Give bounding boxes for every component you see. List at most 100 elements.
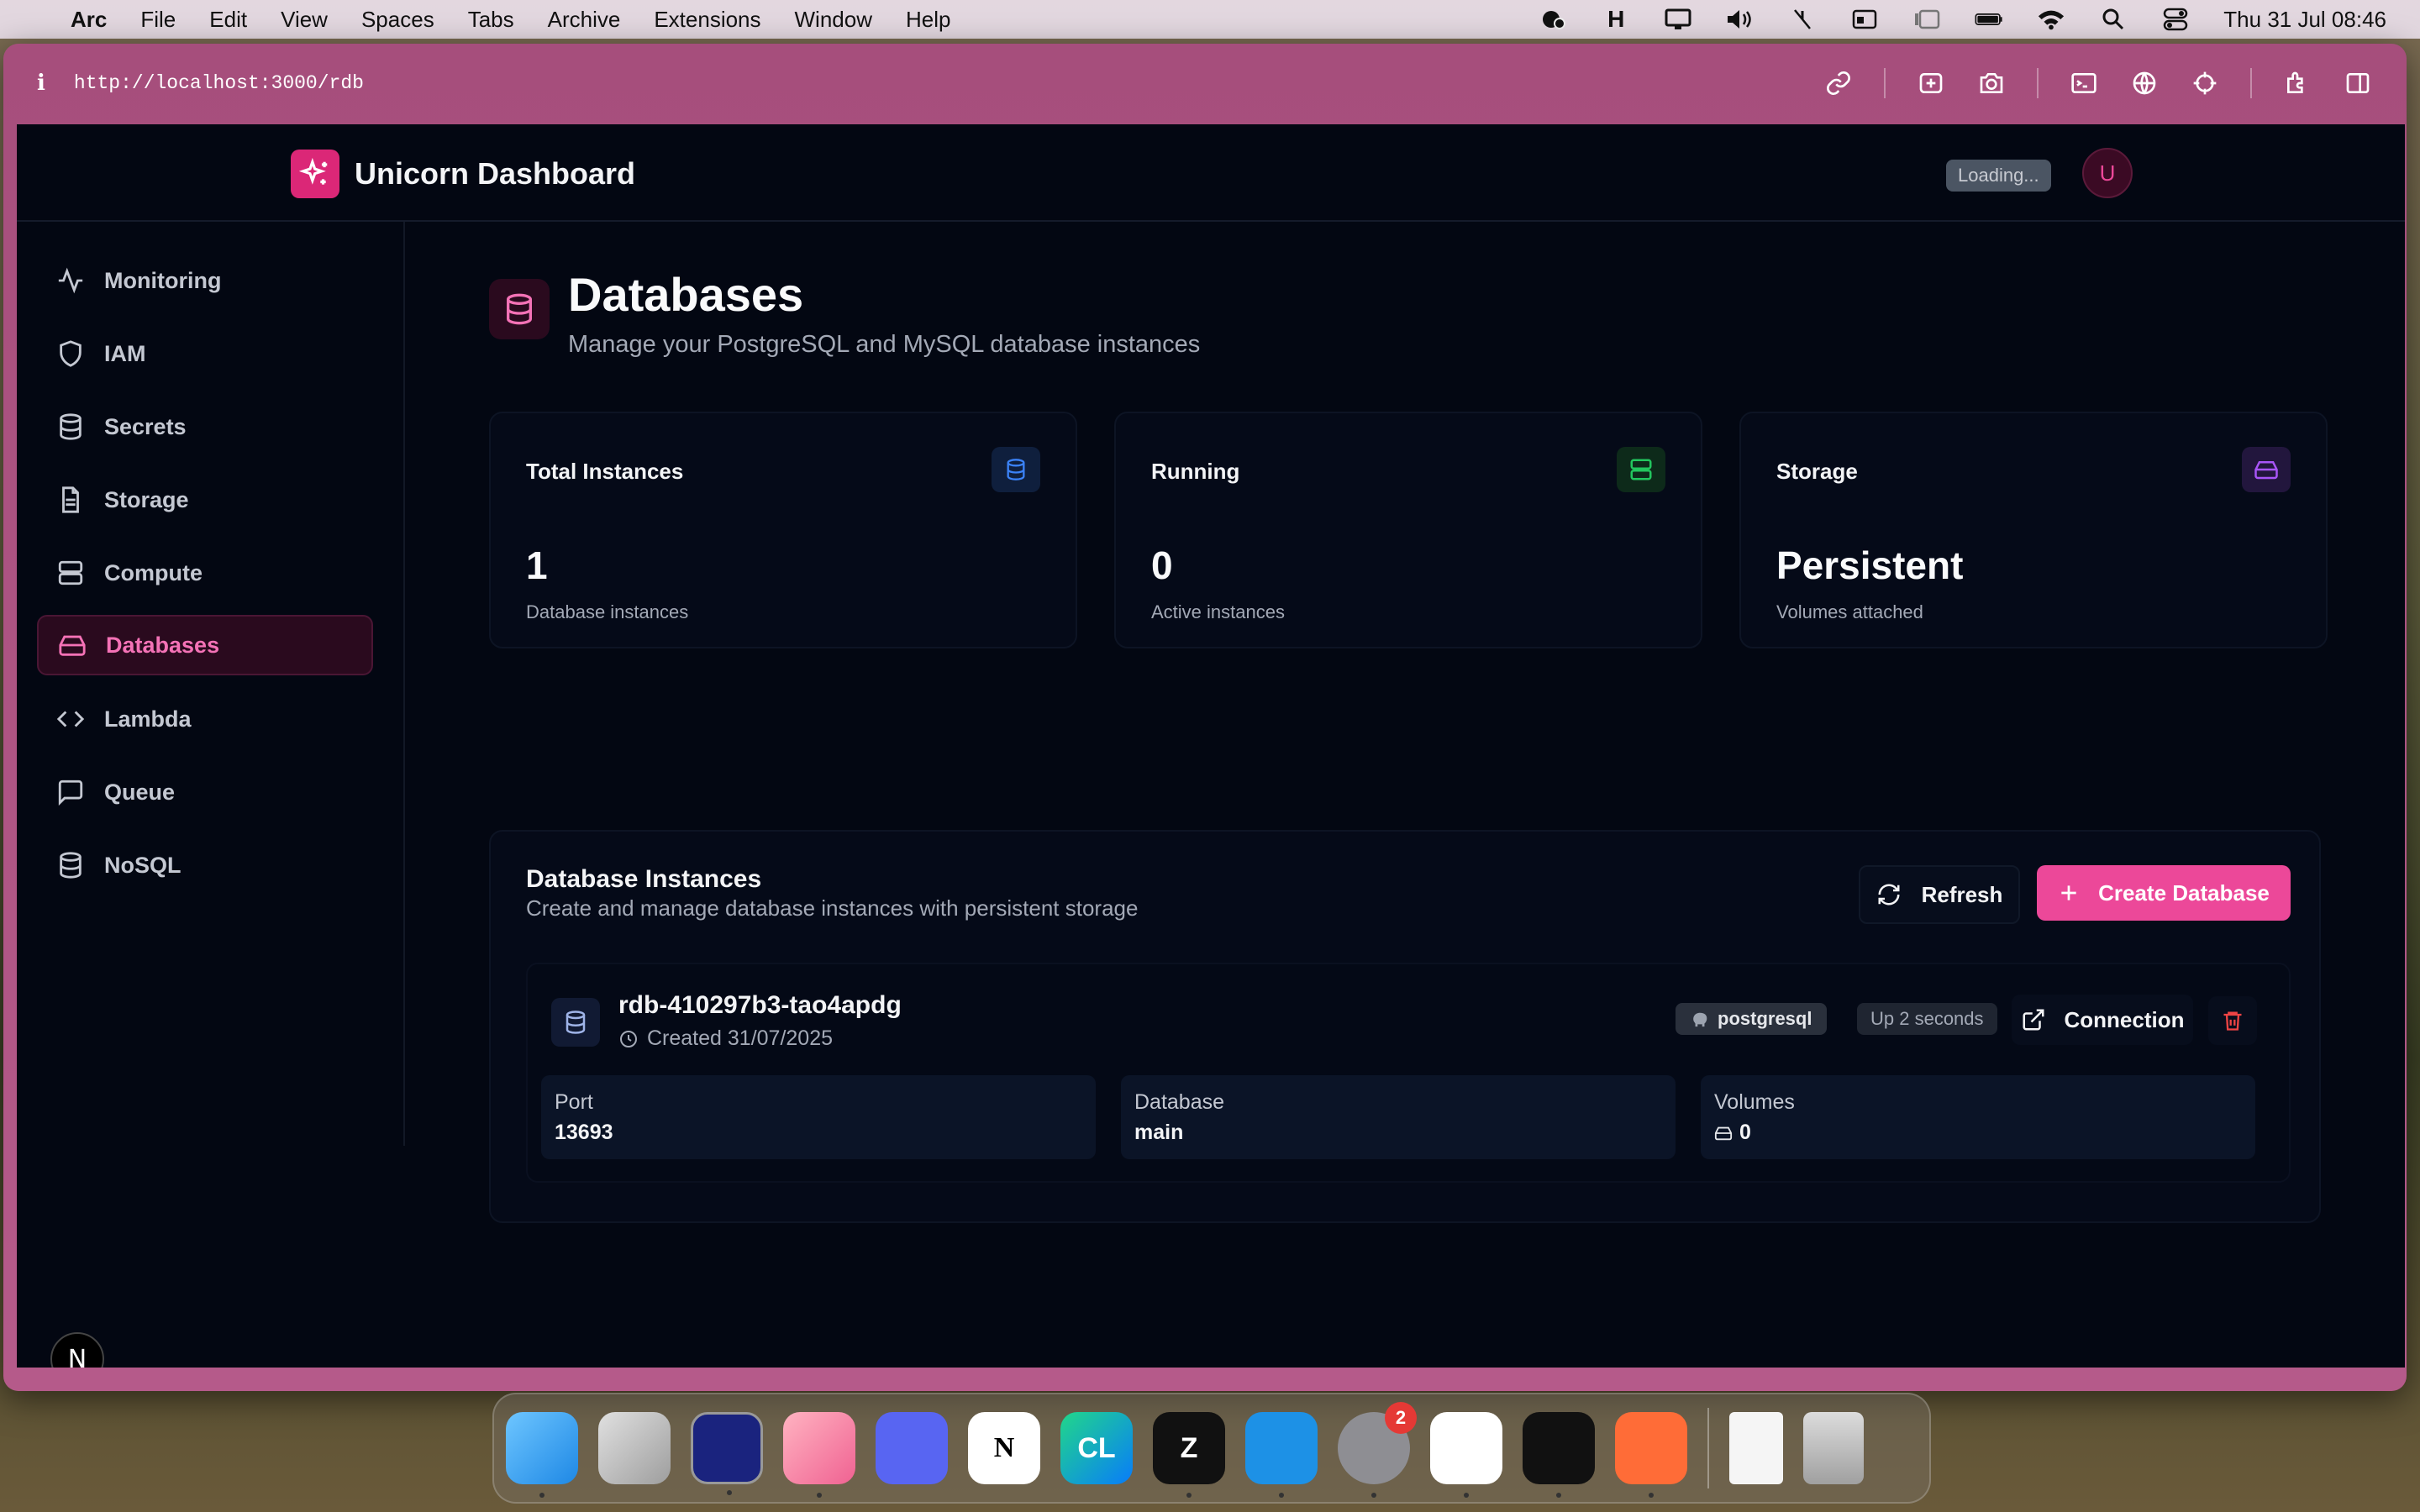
sidebar-item-queue[interactable]: Queue (37, 762, 373, 822)
sidebar-item-databases[interactable]: Databases (37, 615, 373, 675)
sidebar-item-iam[interactable]: IAM (37, 323, 373, 384)
menu-edit[interactable]: Edit (209, 7, 247, 33)
camera-icon[interactable] (1976, 68, 2007, 98)
sidebar-item-storage[interactable]: Storage (37, 470, 373, 530)
database-icon (489, 279, 550, 339)
stat-sub: Active instances (1151, 601, 1285, 622)
volumes-value: 0 (1739, 1121, 1751, 1144)
sidebar-item-compute[interactable]: Compute (37, 543, 373, 603)
status-badge: Up 2 seconds (1857, 1003, 1997, 1035)
database-value: main (1134, 1121, 1184, 1144)
menubar-clock[interactable]: Thu 31 Jul 08:46 (2223, 7, 2386, 33)
create-database-button[interactable]: Create Database (2037, 865, 2291, 921)
dock-cursor-icon[interactable] (1523, 1412, 1595, 1498)
next-devtools-badge[interactable]: N (50, 1332, 104, 1368)
sidebar-item-nosql[interactable]: NoSQL (37, 835, 373, 895)
dock-arc-icon[interactable] (783, 1412, 855, 1498)
menu-spaces[interactable]: Spaces (361, 7, 434, 33)
dock-trash-icon[interactable] (1803, 1412, 1864, 1484)
menu-help[interactable]: Help (906, 7, 950, 33)
sidebar-item-label: Storage (104, 486, 189, 512)
dock-docker-icon[interactable] (1245, 1412, 1318, 1498)
port-label: Port (555, 1090, 593, 1114)
display-icon[interactable] (1664, 8, 1692, 30)
wifi-icon[interactable] (2037, 8, 2065, 30)
crosshair-icon[interactable] (2190, 68, 2220, 98)
database-instance-row: rdb-410297b3-tao4apdg Created 31/07/2025… (526, 963, 2291, 1183)
dock-system-settings-icon[interactable]: 2 (1338, 1402, 1417, 1498)
dock-document-icon[interactable] (1729, 1412, 1783, 1484)
menu-arc[interactable]: Arc (71, 7, 107, 33)
code-icon (55, 704, 86, 734)
stage-manager-icon[interactable] (1912, 8, 1941, 30)
database-icon (551, 998, 600, 1047)
sidebar-item-monitoring[interactable]: Monitoring (37, 250, 373, 311)
calendar-icon[interactable] (1850, 8, 1879, 30)
stat-label: Storage (1776, 459, 1858, 484)
volume-icon[interactable] (1726, 8, 1754, 30)
control-center-icon[interactable] (2161, 8, 2190, 31)
app-title: Unicorn Dashboard (355, 156, 636, 191)
url-text[interactable]: http://localhost:3000/rdb (74, 72, 364, 94)
battery-icon[interactable] (1975, 8, 2003, 30)
dock-postman-icon[interactable] (1615, 1412, 1687, 1498)
copy-link-icon[interactable] (1823, 68, 1854, 98)
dock-vscode-icon[interactable] (1430, 1412, 1502, 1498)
loading-indicator: Loading... (1946, 160, 2051, 192)
sidebar-item-lambda[interactable]: Lambda (37, 689, 373, 749)
sidebar-item-secrets[interactable]: Secrets (37, 396, 373, 457)
stat-value: Persistent (1776, 543, 1964, 587)
avatar[interactable]: U (2082, 148, 2133, 198)
sidebar-toggle-icon[interactable] (2343, 68, 2373, 98)
menu-tabs[interactable]: Tabs (468, 7, 514, 33)
activity-icon (55, 265, 86, 296)
refresh-button[interactable]: Refresh (1859, 865, 2020, 924)
toolbar-divider (1884, 68, 1886, 98)
sidebar-item-label: Compute (104, 559, 203, 585)
stat-value: 0 (1151, 543, 1173, 587)
sidebar-item-label: Monitoring (104, 267, 222, 293)
stat-sub: Database instances (526, 601, 689, 622)
stat-card-running: Running 0 Active instances (1114, 412, 1702, 648)
capture-icon[interactable] (1916, 68, 1946, 98)
spotlight-search-icon[interactable] (2099, 8, 2128, 30)
volumes-label: Volumes (1714, 1090, 1795, 1114)
delete-button[interactable] (2208, 996, 2257, 1045)
focus-icon[interactable] (1539, 8, 1568, 30)
sparkles-icon (291, 150, 339, 198)
dock-finder-icon[interactable] (506, 1412, 578, 1498)
extensions-icon[interactable] (2282, 68, 2312, 98)
dock-clion-icon[interactable]: CL (1060, 1412, 1133, 1484)
menu-view[interactable]: View (281, 7, 328, 33)
dock-notion-icon[interactable]: N (968, 1412, 1040, 1484)
globe-icon[interactable] (2129, 68, 2160, 98)
mic-off-icon[interactable] (1788, 8, 1817, 30)
hard-drive-icon (57, 630, 87, 660)
elephant-icon (1693, 1012, 1707, 1027)
url-bar: i http://localhost:3000/rdb (3, 44, 2407, 123)
dock-zed-icon[interactable]: Z (1153, 1412, 1225, 1498)
dock-ghostty-icon[interactable] (691, 1412, 763, 1495)
connection-button[interactable]: Connection (2012, 995, 2193, 1045)
menu-extensions[interactable]: Extensions (654, 7, 760, 33)
running-indicator (1279, 1493, 1284, 1498)
instance-name: rdb-410297b3-tao4apdg (618, 991, 902, 1019)
external-link-icon (2023, 1009, 2044, 1031)
site-info-icon[interactable]: i (37, 71, 45, 96)
menu-archive[interactable]: Archive (548, 7, 621, 33)
server-icon (1617, 447, 1665, 492)
terminal-icon[interactable] (2069, 68, 2099, 98)
port-value: 13693 (555, 1121, 613, 1144)
refresh-label: Refresh (1921, 881, 2003, 907)
browser-window: i http://localhost:3000/rdb Unicorn Dash… (3, 44, 2407, 1391)
h-app-icon[interactable]: H (1602, 6, 1630, 32)
menu-window[interactable]: Window (795, 7, 872, 33)
dock-launchpad-icon[interactable] (598, 1412, 671, 1484)
refresh-icon (1878, 884, 1900, 906)
running-indicator (539, 1493, 544, 1498)
message-square-icon (55, 777, 86, 807)
menu-file[interactable]: File (140, 7, 176, 33)
dock-discord-icon[interactable] (876, 1412, 948, 1484)
brand[interactable]: Unicorn Dashboard (291, 150, 635, 198)
page-title: Databases (568, 268, 804, 321)
